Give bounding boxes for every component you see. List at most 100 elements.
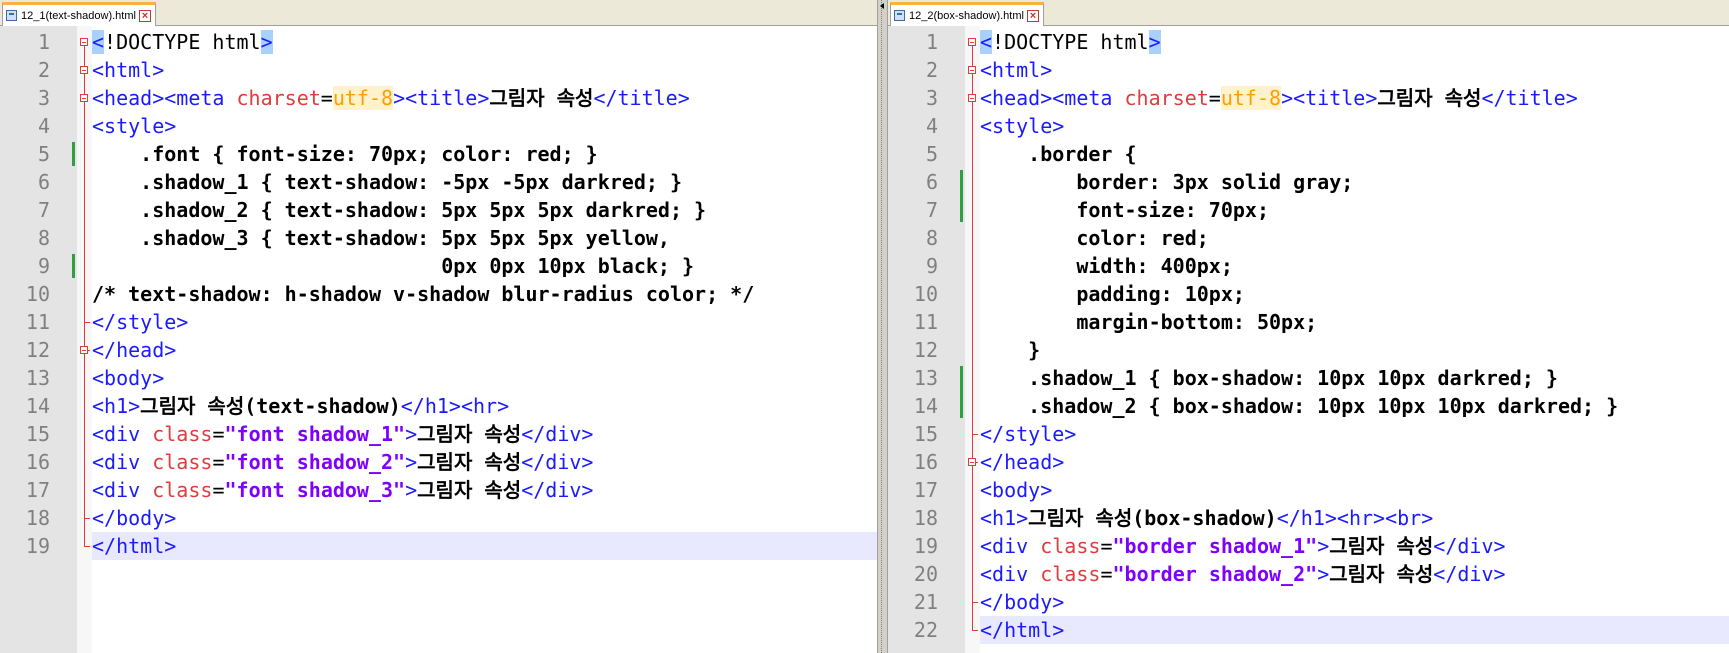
code-line[interactable]: </head> [980,448,1729,476]
code-area[interactable]: <!DOCTYPE html> <html> <head><meta charset… [980,26,1729,653]
code-line[interactable]: </body> [92,504,877,532]
fold-end-marker [84,322,90,323]
change-marker [960,170,963,222]
code-token: class [152,422,213,446]
code-line[interactable]: <h1>그림자 속성(box-shadow)</h1><hr><br> [980,504,1729,532]
line-number: 19 [25,534,50,558]
tab-file[interactable]: 12_2(box-shadow).html × [890,2,1044,26]
code-line[interactable]: margin-bottom: 50px; [980,308,1729,336]
code-line[interactable]: </html> [980,616,1729,644]
code-line[interactable]: <html> [980,56,1729,84]
code-token: class [1040,534,1101,558]
code-line[interactable]: .border { [980,140,1729,168]
code-token: .shadow_1 { box-shadow: 10px 10px darkre… [980,366,1558,390]
code-token: <div [980,562,1041,586]
tab-file[interactable]: 12_1(text-shadow).html × [2,2,156,26]
line-number: 4 [925,114,938,138]
code-token: </div> [521,478,594,502]
code-line[interactable]: <!DOCTYPE html> [980,28,1729,56]
code-token: padding: 10px; [980,282,1245,306]
code-token: 그림자 속성 [1329,534,1434,558]
fold-toggle-icon[interactable] [80,346,88,354]
code-line[interactable]: width: 400px; [980,252,1729,280]
code-line[interactable]: <div class="font shadow_1">그림자 속성</div> [92,420,877,448]
code-editor[interactable]: 1 2 3 4 5 6 7 8 9 10 11 12 13 14 15 16 17 18 19 <!DOCTYPE … [0,26,877,653]
code-editor[interactable]: 1 2 3 4 5 6 7 8 9 10 11 12 13 14 15 16 17 18 19 20 21 22 <!DO… [888,26,1729,653]
code-token: 그림자 속성 [489,86,594,110]
arrow-left-icon[interactable] [880,3,884,9]
code-token: ><title> [1281,86,1378,110]
code-line[interactable]: <html> [92,56,877,84]
code-line[interactable]: .shadow_1 { text-shadow: -5px -5px darkr… [92,168,877,196]
line-number: 20 [913,562,938,586]
close-icon[interactable]: × [138,9,151,22]
code-line[interactable]: .shadow_3 { text-shadow: 5px 5px 5px yel… [92,224,877,252]
fold-toggle-icon[interactable] [968,458,976,466]
code-line[interactable]: padding: 10px; [980,280,1729,308]
line-number: 3 [925,86,938,110]
code-line[interactable]: .shadow_2 { text-shadow: 5px 5px 5px dar… [92,196,877,224]
code-line[interactable]: } [980,336,1729,364]
tab-title: 12_2(box-shadow).html [909,9,1024,22]
code-area[interactable]: <!DOCTYPE html> <html> <head><meta charset… [92,26,877,653]
code-line[interactable]: </html> [92,532,877,560]
change-marker [72,254,75,278]
line-number: 10 [913,282,938,306]
fold-toggle-icon[interactable] [968,94,976,102]
code-token: 그림자 속성 [1377,86,1482,110]
code-line[interactable]: <style> [92,112,877,140]
code-token: = [320,86,333,110]
code-line[interactable]: .shadow_1 { box-shadow: 10px 10px darkre… [980,364,1729,392]
fold-end-marker [972,434,978,435]
fold-toggle-icon[interactable] [968,38,976,46]
editor-pane-right[interactable]: 12_2(box-shadow).html × 1 2 3 4 5 6 7 8 9 10 11 12 1… [888,0,1729,653]
pane-splitter[interactable] [877,0,888,653]
fold-end-marker [972,630,978,631]
fold-guide [972,466,973,602]
fold-toggle-icon[interactable] [80,94,88,102]
line-number-gutter: 1 2 3 4 5 6 7 8 9 10 11 12 13 14 15 16 17 18 19 20 21 22 [888,26,965,653]
code-line[interactable]: font-size: 70px; [980,196,1729,224]
code-line[interactable]: <h1>그림자 속성(text-shadow)</h1><hr> [92,392,877,420]
fold-end-marker [84,518,90,519]
code-line[interactable]: <div class="border shadow_1">그림자 속성</div… [980,532,1729,560]
code-token: <body> [92,366,165,390]
code-line[interactable]: <!DOCTYPE html> [92,28,877,56]
code-line[interactable]: border: 3px solid gray; [980,168,1729,196]
code-token: .shadow_2 { text-shadow: 5px 5px 5px dar… [92,198,707,222]
code-token: ><title> [393,86,490,110]
fold-toggle-icon[interactable] [80,38,88,46]
line-number: 18 [25,506,50,530]
code-line[interactable]: color: red; [980,224,1729,252]
fold-toggle-icon[interactable] [80,66,88,74]
code-line[interactable]: <head><meta charset=utf-8><title>그림자 속성<… [980,84,1729,112]
code-line[interactable]: <body> [92,364,877,392]
code-line[interactable]: </style> [980,420,1729,448]
code-line[interactable]: <head><meta charset=utf-8><title>그림자 속성<… [92,84,877,112]
close-icon[interactable]: × [1026,9,1039,22]
code-line[interactable]: </style> [92,308,877,336]
code-token: .border { [980,142,1137,166]
code-line[interactable]: .shadow_2 { box-shadow: 10px 10px 10px d… [980,392,1729,420]
tab-bar: 12_1(text-shadow).html × [0,0,877,26]
code-line[interactable]: <body> [980,476,1729,504]
code-token: <h1> [92,394,141,418]
code-token: </html> [92,534,177,558]
code-token: = [212,478,225,502]
line-number: 9 [37,254,50,278]
code-line[interactable]: .font { font-size: 70px; color: red; } [92,140,877,168]
save-icon [894,10,905,21]
code-line[interactable]: <style> [980,112,1729,140]
code-line[interactable]: 0px 0px 10px black; } [92,252,877,280]
code-token: </head> [980,450,1065,474]
code-token: </head> [92,338,177,362]
code-line[interactable]: </body> [980,588,1729,616]
code-line[interactable]: <div class="font shadow_3">그림자 속성</div> [92,476,877,504]
fold-toggle-icon[interactable] [968,66,976,74]
editor-pane-left[interactable]: 12_1(text-shadow).html × 1 2 3 4 5 6 7 8 9 10 11 12… [0,0,877,653]
code-line[interactable]: <div class="border shadow_2">그림자 속성</div… [980,560,1729,588]
code-line[interactable]: </head> [92,336,877,364]
code-line[interactable]: <div class="font shadow_2">그림자 속성</div> [92,448,877,476]
code-line[interactable]: /* text-shadow: h-shadow v-shadow blur-r… [92,280,877,308]
code-token: .shadow_3 { text-shadow: 5px 5px 5px yel… [92,226,670,250]
